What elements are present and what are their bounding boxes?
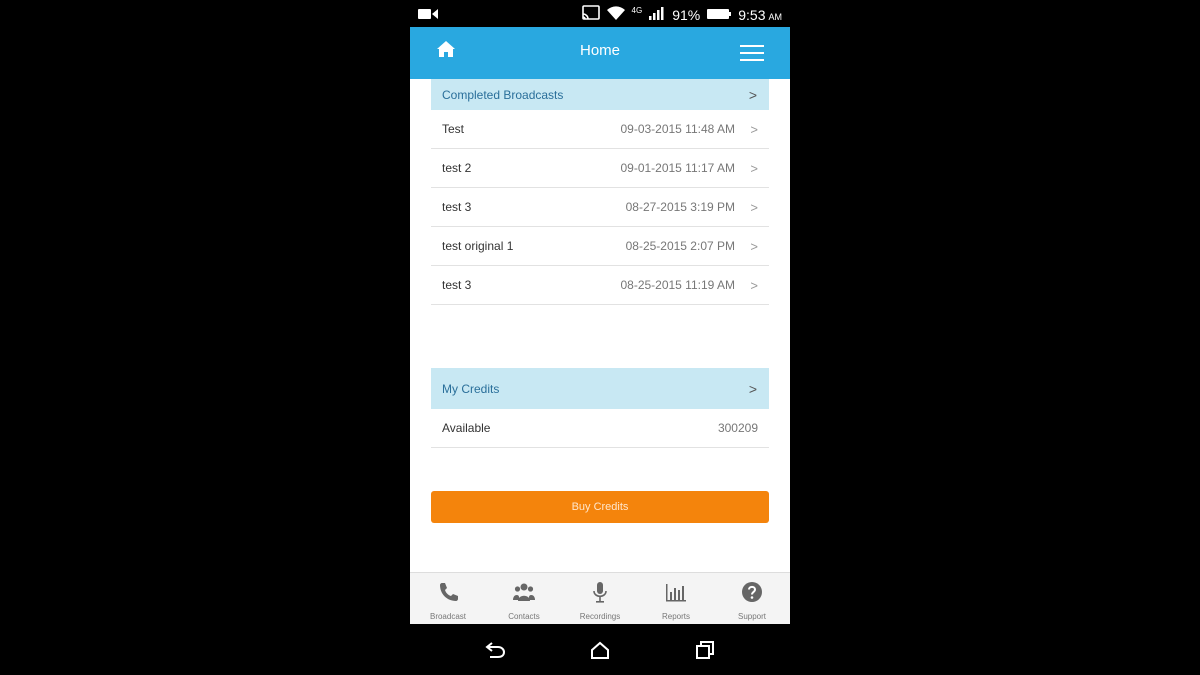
broadcast-row[interactable]: Test 09-03-2015 11:48 AM >	[431, 110, 769, 149]
clock-ampm: AM	[768, 11, 783, 22]
completed-broadcasts-title: Completed Broadcasts	[442, 87, 564, 102]
recent-apps-icon[interactable]	[695, 641, 715, 664]
chevron-right-icon: >	[750, 160, 758, 176]
tab-label: Contacts	[508, 612, 540, 621]
broadcast-name: test original 1	[442, 239, 514, 253]
broadcast-row[interactable]: test 3 08-25-2015 11:19 AM >	[431, 266, 769, 305]
microphone-icon	[589, 581, 611, 608]
my-credits-header[interactable]: My Credits >	[431, 368, 769, 409]
page-title: Home	[579, 42, 620, 59]
buy-credits-button[interactable]: Buy Credits	[431, 491, 769, 523]
available-credits-row: Available 300209	[431, 409, 769, 448]
app-header: Home	[410, 27, 790, 79]
available-label: Available	[442, 421, 491, 435]
hamburger-menu-icon[interactable]	[740, 45, 764, 61]
signal-icon	[648, 6, 666, 23]
my-credits-title: My Credits	[442, 381, 500, 396]
broadcast-name: test 3	[442, 200, 472, 214]
broadcast-name: Test	[442, 122, 465, 136]
broadcast-date: 09-01-2015 11:17 AM	[620, 161, 735, 175]
help-icon	[741, 581, 763, 608]
tab-label: Reports	[661, 612, 690, 621]
phone-icon	[437, 581, 459, 608]
chevron-right-icon: >	[750, 199, 758, 215]
broadcast-name: test 2	[442, 161, 472, 175]
tab-label: Recordings	[579, 612, 621, 621]
broadcast-date: 08-25-2015 11:19 AM	[620, 278, 735, 292]
status-bar: 4G 91% 9:53 AM	[410, 0, 790, 27]
chevron-right-icon: >	[750, 238, 758, 254]
battery-icon	[706, 7, 732, 23]
battery-percent: 91%	[672, 6, 701, 23]
broadcast-name: test 3	[442, 278, 472, 292]
tab-recordings[interactable]: Recordings	[562, 573, 638, 624]
bottom-tab-bar: Broadcast Contacts Recordings Reports Su…	[410, 572, 790, 624]
tab-reports[interactable]: Reports	[638, 573, 714, 624]
home-nav-icon[interactable]	[590, 641, 610, 664]
wifi-icon	[606, 5, 626, 24]
chevron-right-icon: >	[750, 277, 758, 293]
tab-label: Support	[737, 612, 767, 621]
completed-broadcasts-header[interactable]: Completed Broadcasts >	[431, 79, 769, 110]
clock: 9:53	[738, 6, 766, 23]
android-nav-bar	[410, 624, 790, 675]
broadcast-date: 09-03-2015 11:48 AM	[620, 122, 735, 136]
chevron-right-icon: >	[748, 86, 757, 103]
chevron-right-icon: >	[748, 380, 757, 397]
broadcast-date: 08-27-2015 3:19 PM	[625, 200, 735, 214]
chevron-right-icon: >	[750, 121, 758, 137]
tab-support[interactable]: Support	[714, 573, 790, 624]
tab-broadcast[interactable]: Broadcast	[410, 573, 486, 624]
broadcast-row[interactable]: test original 1 08-25-2015 2:07 PM >	[431, 227, 769, 266]
available-value: 300209	[717, 421, 758, 435]
network-type: 4G	[631, 6, 643, 15]
app-screen: Home Completed Broadcasts > Test 09-03-2…	[410, 27, 790, 624]
completed-broadcasts-list: Test 09-03-2015 11:48 AM > test 2 09-01-…	[431, 110, 769, 305]
tab-contacts[interactable]: Contacts	[486, 573, 562, 624]
bar-chart-icon	[665, 581, 687, 608]
tab-label: Broadcast	[429, 612, 467, 621]
broadcast-date: 08-25-2015 2:07 PM	[625, 239, 735, 253]
cast-icon	[581, 5, 600, 24]
broadcast-row[interactable]: test 3 08-27-2015 3:19 PM >	[431, 188, 769, 227]
back-icon[interactable]	[484, 641, 506, 664]
video-camera-icon	[418, 7, 438, 25]
broadcast-row[interactable]: test 2 09-01-2015 11:17 AM >	[431, 149, 769, 188]
people-icon	[513, 581, 535, 608]
